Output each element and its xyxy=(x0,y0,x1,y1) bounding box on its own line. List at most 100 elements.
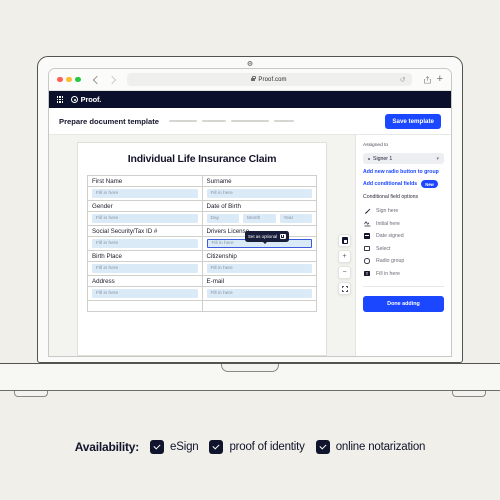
add-radio-button-link[interactable]: Add new radio button to group xyxy=(363,169,444,175)
zoom-in-button[interactable]: + xyxy=(338,250,351,263)
field-label: First Name xyxy=(87,175,203,187)
done-adding-button[interactable]: Done adding xyxy=(363,295,444,312)
brand-logo[interactable]: Proof. xyxy=(71,95,101,104)
field-tooltip[interactable]: Set as optional xyxy=(245,231,289,244)
address-bar-url: Proof.com xyxy=(258,76,287,83)
progress-steps xyxy=(169,120,375,122)
availability-item-label: eSign xyxy=(170,441,199,453)
claim-form-table: First Name Surname Fill in here Fill in … xyxy=(87,175,317,312)
save-template-button[interactable]: Save template xyxy=(385,113,441,129)
option-fill-in-here[interactable]: T Fill in here xyxy=(363,270,444,278)
minimize-window-icon[interactable] xyxy=(66,76,72,83)
app-grid-icon[interactable] xyxy=(57,96,64,103)
fill-in-field[interactable]: Fill in here xyxy=(92,264,198,273)
option-label: Date signed xyxy=(376,233,404,239)
option-date-signed[interactable]: Date signed xyxy=(363,232,444,240)
fullscreen-icon xyxy=(341,285,348,292)
radio-icon xyxy=(363,257,371,265)
field-label: Citizenship xyxy=(201,250,317,262)
table-row: First Name Surname xyxy=(87,175,317,187)
zoom-out-button[interactable]: − xyxy=(338,266,351,279)
year-field[interactable]: Year xyxy=(279,214,312,223)
page-title: Prepare document template xyxy=(59,116,160,126)
option-label: Initial here xyxy=(376,220,400,227)
option-radio-group[interactable]: Radio group xyxy=(363,257,444,265)
fullscreen-button[interactable] xyxy=(338,282,351,295)
app-body: Individual Life Insurance Claim First Na… xyxy=(49,135,451,356)
address-bar[interactable]: Proof.com ↺ xyxy=(126,73,412,86)
pen-icon xyxy=(363,207,371,215)
availability-item-online-notarization[interactable]: online notarization xyxy=(315,440,425,454)
browser-window: Proof.com ↺ + Proof. Prepare document te… xyxy=(48,68,452,357)
assigned-to-select[interactable]: Signer 1 ▾ xyxy=(363,153,444,164)
checkbox-checked-icon[interactable] xyxy=(315,440,330,454)
field-label: Birth Place xyxy=(87,250,203,262)
field-label: E-mail xyxy=(201,275,317,287)
laptop-foot-left xyxy=(14,391,48,397)
fill-in-field[interactable]: Fill in here xyxy=(92,289,198,298)
table-row xyxy=(87,300,317,312)
field-label: Gender xyxy=(87,200,203,212)
page-thumbnail-button[interactable] xyxy=(338,234,351,247)
fill-in-field[interactable]: Fill in here xyxy=(206,264,312,273)
checkbox-checked-icon[interactable] xyxy=(150,440,165,454)
table-row: Address E-mail xyxy=(87,275,317,287)
checkbox-checked-icon[interactable] xyxy=(209,440,224,454)
fill-in-field[interactable]: Fill in here xyxy=(92,239,198,248)
new-badge: New xyxy=(421,180,438,188)
chevron-down-icon: ▾ xyxy=(436,155,439,162)
date-of-birth-fields: Day Month Year xyxy=(206,214,312,223)
step-dash xyxy=(274,120,295,122)
option-label: Radio group xyxy=(376,258,405,264)
browser-nav-buttons[interactable] xyxy=(92,75,116,84)
availability-item-proof-of-identity[interactable]: proof of identity xyxy=(209,440,305,454)
back-icon[interactable] xyxy=(92,75,101,84)
fill-in-field[interactable]: Fill in here xyxy=(92,189,198,198)
proof-logo-icon xyxy=(71,96,79,103)
webcam-icon xyxy=(247,61,253,66)
assigned-to-label: Assigned to xyxy=(363,143,389,148)
option-label: Select xyxy=(376,245,391,252)
availability-item-esign[interactable]: eSign xyxy=(150,440,199,454)
document-page: Individual Life Insurance Claim First Na… xyxy=(77,142,327,356)
forward-icon xyxy=(107,75,116,84)
page-icon xyxy=(341,237,348,244)
signer-dot-icon xyxy=(368,157,370,160)
app-navbar: Proof. xyxy=(49,91,451,108)
tooltip-label: Set as optional xyxy=(248,233,278,239)
table-row: Birth Place Citizenship xyxy=(87,250,317,262)
assigned-to-value: Signer 1 xyxy=(373,155,393,162)
add-conditional-fields-row[interactable]: Add conditional fields New xyxy=(363,180,444,188)
option-initial-here[interactable]: Initial here xyxy=(363,220,444,228)
availability-item-label: proof of identity xyxy=(229,441,305,453)
trash-icon xyxy=(281,233,286,238)
fill-in-field[interactable]: Fill in here xyxy=(92,214,198,223)
text-field-icon: T xyxy=(364,270,370,277)
option-sign-here[interactable]: Sign here xyxy=(363,207,444,215)
option-select[interactable]: Select xyxy=(363,245,444,253)
availability-bar: Availability: eSign proof of identity on… xyxy=(0,440,500,454)
laptop-notch xyxy=(221,364,279,372)
reload-icon[interactable]: ↺ xyxy=(400,76,406,84)
availability-label: Availability: xyxy=(74,440,140,454)
window-traffic-lights[interactable] xyxy=(57,76,81,83)
day-field[interactable]: Day xyxy=(206,214,239,223)
table-row: Gender Date of Birth xyxy=(87,200,317,212)
close-window-icon[interactable] xyxy=(57,76,63,83)
fill-in-field[interactable]: Fill in here xyxy=(206,289,312,298)
share-icon[interactable] xyxy=(423,75,431,84)
month-field[interactable]: Month xyxy=(243,214,276,223)
canvas-toolbar[interactable]: + − xyxy=(338,234,351,295)
maximize-window-icon[interactable] xyxy=(75,76,81,83)
step-dash xyxy=(202,120,227,122)
document-canvas[interactable]: Individual Life Insurance Claim First Na… xyxy=(49,135,355,356)
table-row: Fill in here Fill in here xyxy=(87,261,317,276)
brand-name: Proof. xyxy=(80,95,102,104)
field-type-list: Sign here Initial here Date signed Selec… xyxy=(363,207,444,278)
delete-field-button[interactable] xyxy=(280,233,286,239)
sidebar-divider xyxy=(363,285,444,287)
browser-chrome-bar: Proof.com ↺ + xyxy=(49,69,451,91)
new-tab-icon[interactable]: + xyxy=(437,74,443,85)
fill-in-field[interactable]: Fill in here xyxy=(206,189,312,198)
add-conditional-fields-link[interactable]: Add conditional fields xyxy=(363,181,417,187)
